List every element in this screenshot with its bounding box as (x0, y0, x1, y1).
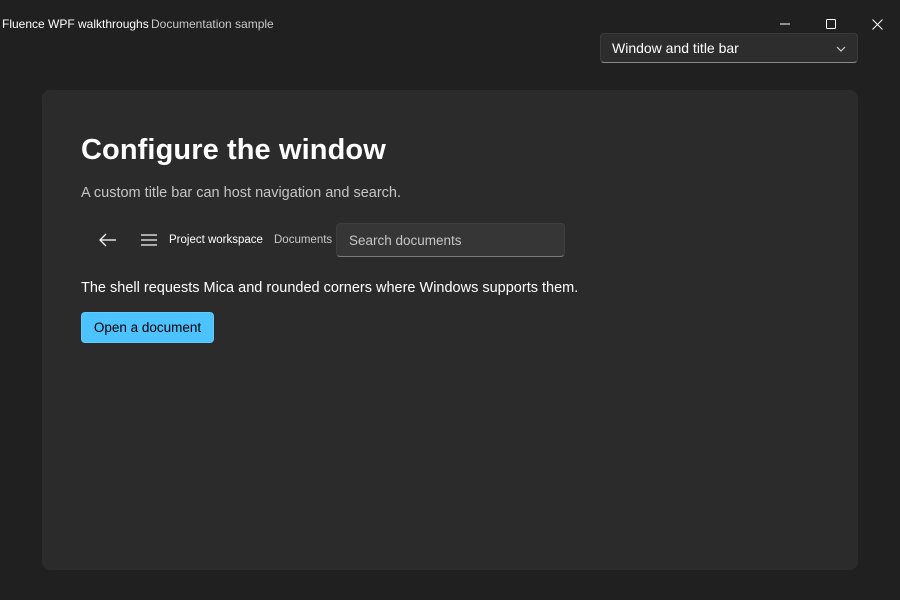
minimize-icon (780, 23, 790, 25)
demo-title: Project workspace (169, 234, 263, 246)
back-arrow-icon (99, 233, 116, 247)
page-subheading: A custom title bar can host navigation a… (81, 185, 401, 201)
close-button[interactable] (854, 8, 900, 40)
chevron-down-icon (836, 46, 846, 52)
demo-subtitle: Documents (274, 234, 333, 246)
close-icon (871, 18, 883, 30)
open-document-button[interactable]: Open a document (81, 312, 214, 343)
search-input[interactable] (336, 223, 565, 257)
menu-button[interactable] (134, 225, 164, 255)
page-heading: Configure the window (81, 134, 386, 166)
hamburger-menu-icon (141, 234, 157, 246)
content-card: Configure the window A custom title bar … (42, 90, 858, 570)
back-button[interactable] (92, 225, 124, 255)
app-subtitle: Documentation sample (151, 17, 274, 31)
page-selector-value: Window and title bar (612, 40, 739, 56)
app-title: Fluence WPF walkthroughs (2, 17, 149, 31)
custom-title-bar-demo: Project workspace Documents (42, 220, 858, 260)
description-text: The shell requests Mica and rounded corn… (81, 280, 579, 296)
maximize-icon (826, 19, 836, 29)
page-selector-dropdown[interactable]: Window and title bar (600, 33, 858, 63)
